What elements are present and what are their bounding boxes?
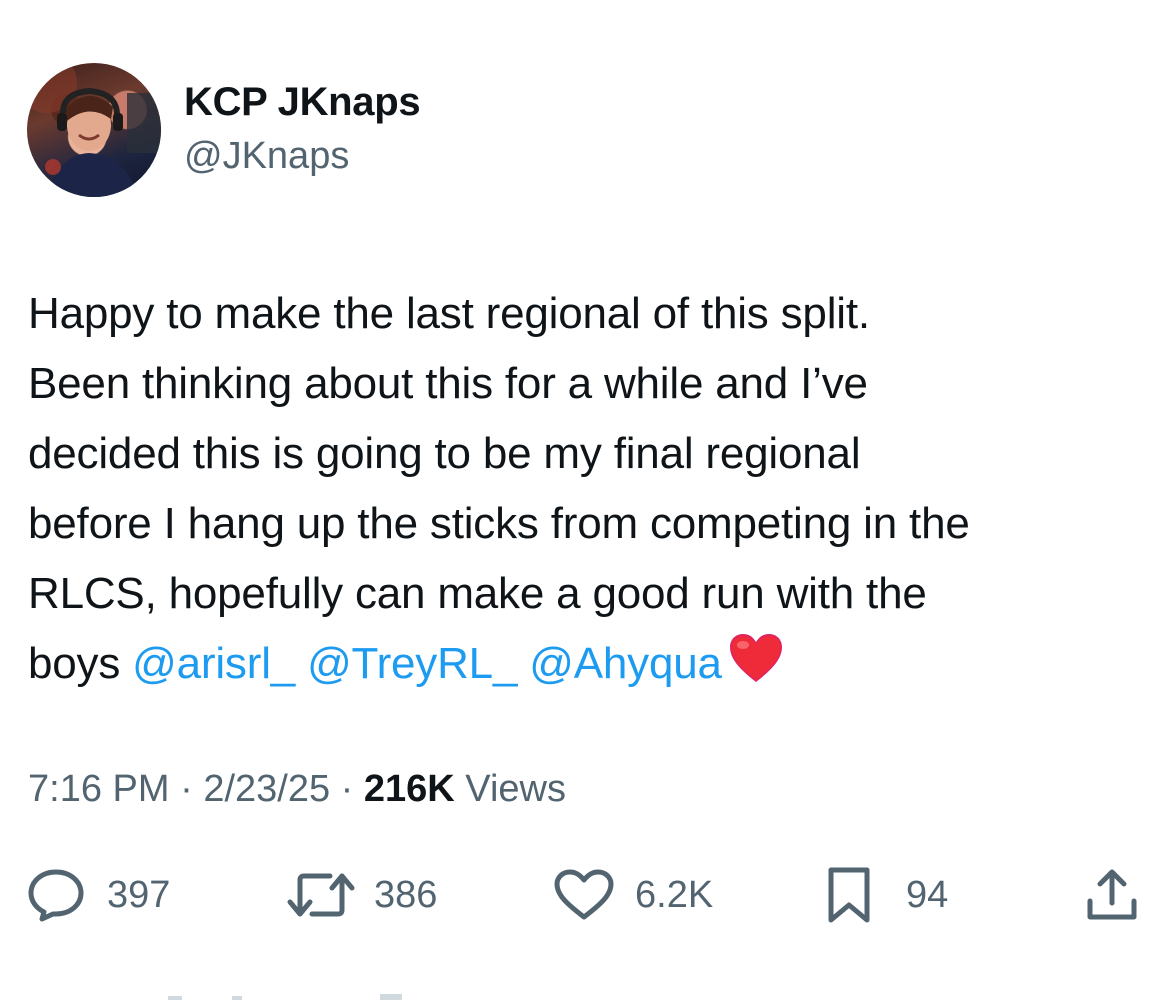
mention-link-treyrl[interactable]: @TreyRL_ (307, 639, 517, 688)
red-heart-emoji-icon (728, 632, 784, 705)
tweet-text: Happy to make the last regional of this … (28, 279, 1153, 705)
tweet-text-line: Happy to make the last regional of this … (28, 289, 870, 338)
like-count: 6.2K (635, 873, 714, 916)
author-handle[interactable]: @JKnaps (184, 135, 349, 178)
tweet-text-line: Been thinking about this for a while and… (28, 359, 868, 408)
avatar[interactable] (27, 63, 161, 197)
bookmark-button[interactable]: 94 (826, 860, 948, 930)
mention-link-arisrl[interactable]: @arisrl_ (132, 639, 295, 688)
tweet-time[interactable]: 7:16 PM (28, 768, 170, 810)
author-display-name[interactable]: KCP JKnaps (184, 80, 421, 125)
views-count[interactable]: 216K (364, 768, 455, 810)
reply-button[interactable]: 397 (27, 860, 170, 930)
tweet-text-prefix: boys (28, 639, 133, 688)
tweet-text-last-line: boys @arisrl_ @TreyRL_ @Ahyqua (28, 629, 1153, 705)
tweet-date[interactable]: 2/23/25 (203, 768, 330, 810)
tweet-text-line: decided this is going to be my final reg… (28, 429, 861, 478)
avatar-photo (27, 63, 161, 197)
repost-icon (287, 873, 355, 917)
tweet-meta: 7:16 PM · 2/23/25 · 216K Views (28, 768, 566, 811)
heart-icon (554, 869, 614, 920)
action-bar: 397 386 6.2K 94 (0, 860, 1170, 930)
repost-button[interactable]: 386 (286, 860, 437, 930)
tweet-detail: KCP JKnaps @JKnaps Happy to make the las… (0, 0, 1170, 1000)
reply-count: 397 (107, 873, 171, 916)
repost-count: 386 (374, 873, 438, 916)
like-button[interactable]: 6.2K (553, 860, 713, 930)
reply-icon (28, 869, 84, 922)
mention-link-ahyqua[interactable]: @Ahyqua (529, 639, 722, 688)
views-label[interactable]: Views (455, 768, 566, 810)
bookmark-icon (828, 867, 870, 923)
share-icon (1087, 869, 1137, 920)
bookmark-count: 94 (906, 873, 949, 916)
meta-separator: · (330, 768, 364, 810)
tweet-text-line: before I hang up the sticks from competi… (28, 499, 970, 548)
meta-separator: · (169, 768, 204, 810)
cropped-content-edge (168, 994, 402, 1000)
share-button[interactable] (1084, 860, 1140, 930)
tweet-text-line: RLCS, hopefully can make a good run with… (28, 569, 927, 618)
